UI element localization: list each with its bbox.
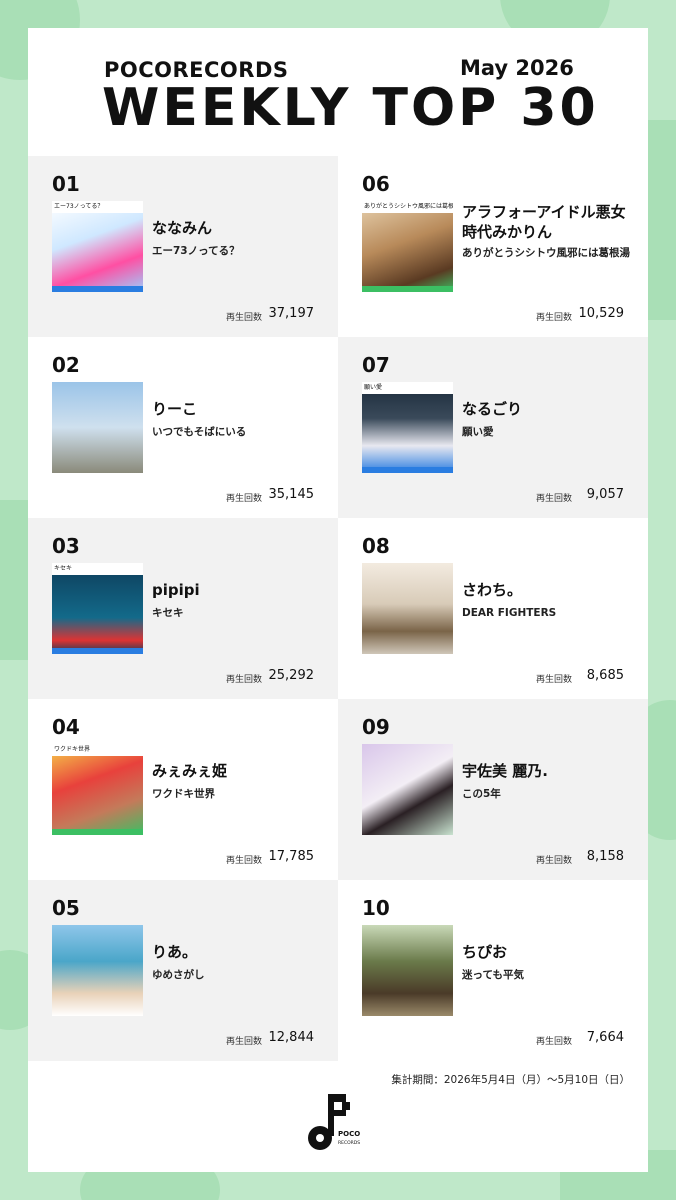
plays-label: 再生回数	[226, 313, 263, 323]
song-title: いつでもそばにいる	[152, 426, 247, 438]
ranking-entry-08[interactable]: 08 さわち。 DEAR FIGHTERS 再生回数 8,685	[338, 518, 648, 699]
song-title: ワクドキ世界	[152, 788, 215, 800]
rank-number: 06	[362, 172, 390, 196]
rank-number: 04	[52, 715, 80, 739]
album-jacket	[52, 925, 143, 1016]
song-title: エー73ノってる？	[152, 245, 240, 257]
artist-name: さわち。	[462, 581, 523, 599]
jacket-title: ワクドキ世界	[52, 744, 143, 756]
plays-label: 再生回数	[226, 1037, 263, 1047]
page-title: WEEKLY TOP 30	[102, 78, 599, 138]
artist-name: pipipi	[152, 581, 200, 599]
pocorecords-logo: POCO RECORDS	[306, 1088, 366, 1152]
play-count: 8,685	[586, 668, 624, 683]
album-jacket: ワクドキ世界	[52, 744, 143, 835]
artist-name: アラフォーアイドル悪女時代みかりん	[462, 203, 626, 241]
plays-label: 再生回数	[536, 313, 573, 323]
ranking-entry-01[interactable]: 01 エー73ノってる？ ななみん エー73ノってる？ 再生回数 37,197	[28, 156, 338, 337]
plays-label: 再生回数	[226, 494, 263, 504]
album-jacket: キセキ	[52, 563, 143, 654]
play-count: 10,529	[578, 306, 625, 321]
album-jacket	[362, 925, 453, 1016]
rank-number: 09	[362, 715, 390, 739]
play-count: 35,145	[268, 487, 315, 502]
plays-label: 再生回数	[536, 675, 573, 685]
plays-label: 再生回数	[536, 1037, 573, 1047]
artist-name: ちぴお	[462, 943, 508, 961]
logo-text-records: RECORDS	[338, 1140, 360, 1146]
play-count: 9,057	[586, 487, 624, 502]
rank-number: 07	[362, 353, 390, 377]
rank-number: 10	[362, 896, 390, 920]
ranking-entry-05[interactable]: 05 りあ。 ゆめさがし 再生回数 12,844	[28, 880, 338, 1061]
jacket-title: エー73ノってる？	[52, 201, 143, 213]
ranking-entry-02[interactable]: 02 りーこ いつでもそばにいる 再生回数 35,145	[28, 337, 338, 518]
artist-name: りあ。	[152, 943, 198, 961]
song-title: 願い愛	[462, 426, 494, 438]
artist-name: なるごり	[462, 400, 523, 418]
rank-number: 02	[52, 353, 80, 377]
artist-name: 宇佐美 麗乃.	[462, 762, 548, 780]
play-count: 12,844	[268, 1030, 315, 1045]
song-title: DEAR FIGHTERS	[462, 607, 557, 619]
jacket-title: 願い愛	[362, 382, 453, 394]
aggregation-period: 集計期間：2026年5月4日（月）〜5月10日（日）	[391, 1074, 630, 1086]
artist-name: ななみん	[152, 219, 213, 237]
ranking-card: POCO RECORDS May 2026 WEEKLY TOP 30 01 エー…	[28, 28, 648, 1172]
song-title: キセキ	[152, 607, 184, 619]
jacket-title: キセキ	[52, 563, 143, 575]
album-jacket	[362, 744, 453, 835]
play-count: 8,158	[586, 849, 624, 864]
rank-number: 03	[52, 534, 80, 558]
jacket-title: ありがとうシシトウ風邪には葛根湯	[362, 201, 453, 213]
song-title: ありがとうシシトウ風邪には葛根湯	[462, 247, 630, 259]
plays-label: 再生回数	[226, 675, 263, 685]
play-count: 25,292	[268, 668, 315, 683]
album-jacket	[362, 563, 453, 654]
ranking-entry-09[interactable]: 09 宇佐美 麗乃. この5年 再生回数 8,158	[338, 699, 648, 880]
plays-label: 再生回数	[536, 494, 573, 504]
play-count: 37,197	[268, 306, 315, 321]
album-jacket	[52, 382, 143, 473]
album-jacket: エー73ノってる？	[52, 201, 143, 292]
ranking-entry-03[interactable]: 03 キセキ pipipi キセキ 再生回数 25,292	[28, 518, 338, 699]
artist-name: りーこ	[152, 400, 198, 418]
song-title: ゆめさがし	[152, 969, 205, 981]
play-count: 7,664	[586, 1030, 624, 1045]
month-label: May 2026	[460, 56, 574, 80]
album-jacket: 願い愛	[362, 382, 453, 473]
song-title: 迷っても平気	[462, 969, 524, 981]
artist-name: みぇみぇ姫	[152, 762, 228, 780]
plays-label: 再生回数	[536, 856, 573, 866]
rank-number: 08	[362, 534, 390, 558]
plays-label: 再生回数	[226, 856, 263, 866]
ranking-entry-10[interactable]: 10 ちぴお 迷っても平気 再生回数 7,664	[338, 880, 648, 1061]
ranking-entry-04[interactable]: 04 ワクドキ世界 みぇみぇ姫 ワクドキ世界 再生回数 17,785	[28, 699, 338, 880]
logo-text-poco: POCO	[338, 1130, 360, 1138]
ranking-entry-06[interactable]: 06 ありがとうシシトウ風邪には葛根湯 アラフォーアイドル悪女時代みかりん あり…	[338, 156, 648, 337]
album-jacket: ありがとうシシトウ風邪には葛根湯	[362, 201, 453, 292]
rank-number: 05	[52, 896, 80, 920]
play-count: 17,785	[268, 849, 315, 864]
song-title: この5年	[462, 788, 501, 800]
ranking-entry-07[interactable]: 07 願い愛 なるごり 願い愛 再生回数 9,057	[338, 337, 648, 518]
rank-number: 01	[52, 172, 80, 196]
